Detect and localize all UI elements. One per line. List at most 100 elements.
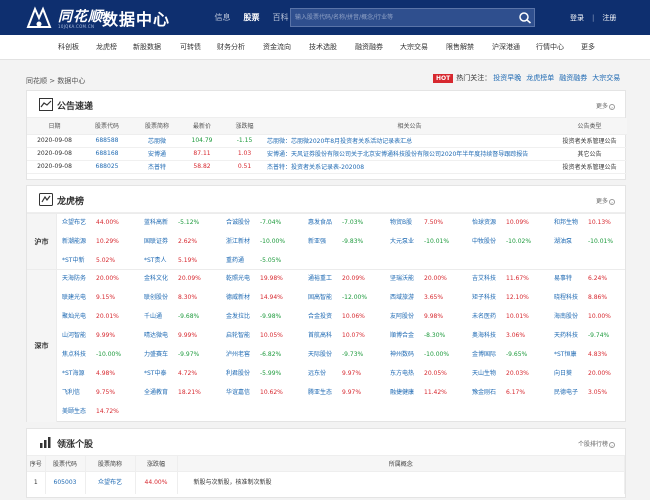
lhb-stock-name[interactable]: 友阿股份	[390, 311, 414, 323]
lhb-entry[interactable]: 德威新材 14.94%	[226, 292, 306, 304]
lhb-entry[interactable]: 海南股份 10.00%	[554, 311, 634, 323]
lhb-entry[interactable]: 湖油泵 -10.01%	[554, 236, 634, 248]
lhb-stock-name[interactable]: 首航高科	[308, 330, 332, 342]
lhb-stock-name[interactable]: 順博合金	[390, 330, 414, 342]
hot-link-margin[interactable]: 融资融券	[559, 73, 587, 83]
lhb-stock-name[interactable]: 腾亚生态	[308, 387, 332, 399]
lhb-stock-name[interactable]: 众望布艺	[62, 217, 86, 229]
lhb-stock-name[interactable]: 物贸B股	[390, 217, 412, 229]
lhb-stock-name[interactable]: 启轮智能	[226, 330, 250, 342]
lhb-entry[interactable]: 金博国际 -9.65%	[472, 349, 552, 361]
lhb-entry[interactable]: 固高智能 -12.00%	[308, 292, 388, 304]
lhb-stock-name[interactable]: 远东份	[308, 368, 326, 380]
lhb-entry[interactable]: 坚瑞沃能 20.00%	[390, 273, 470, 285]
hot-link-block-trade[interactable]: 大宗交易	[592, 73, 620, 83]
lhb-entry[interactable]: 联建光电 9.15%	[62, 292, 142, 304]
lhb-stock-name[interactable]: 国联证券	[144, 236, 168, 248]
lhb-stock-name[interactable]: 全通教育	[144, 387, 168, 399]
lhb-stock-name[interactable]: 易事特	[554, 273, 572, 285]
lhb-entry[interactable]: 向日葵 20.00%	[554, 368, 634, 380]
lhb-stock-name[interactable]: 焦点科技	[62, 349, 86, 361]
lhb-entry[interactable]: 焦点科技 -10.00%	[62, 349, 142, 361]
lhb-stock-name[interactable]: *ST中新	[62, 255, 84, 267]
lhb-entry[interactable]: 东方电热 20.05%	[390, 368, 470, 380]
lhb-entry[interactable]: 利君股份 -5.99%	[226, 368, 306, 380]
lhb-entry[interactable]: 乾照光电 19.98%	[226, 273, 306, 285]
lhb-entry[interactable]: 新潮能源 10.29%	[62, 236, 142, 248]
lhb-stock-name[interactable]: 乾照光电	[226, 273, 250, 285]
lhb-entry[interactable]: 未名医药 10.01%	[472, 311, 552, 323]
lhb-entry[interactable]: 全通教育 18.21%	[144, 387, 224, 399]
lhb-entry[interactable]: 远东份 9.97%	[308, 368, 388, 380]
lhb-stock-name[interactable]: 千山通	[144, 311, 162, 323]
lhb-stock-name[interactable]: 联创股份	[144, 292, 168, 304]
lhb-stock-name[interactable]: 海南股份	[554, 311, 578, 323]
lhb-stock-name[interactable]: 矩子科技	[472, 292, 496, 304]
lhb-stock-name[interactable]: *ST贵人	[144, 255, 166, 267]
lhb-entry[interactable]: 吉艾科技 11.67%	[472, 273, 552, 285]
lhb-stock-name[interactable]: 天药科技	[554, 330, 578, 342]
lhb-stock-name[interactable]: 奥海科技	[472, 330, 496, 342]
row-name[interactable]: 芯朋微	[132, 134, 182, 148]
subnav-hk-connect[interactable]: 沪深港通	[492, 35, 520, 60]
subnav-margin[interactable]: 融资融券	[355, 35, 383, 60]
lhb-entry[interactable]: 大元泵业 -10.01%	[390, 236, 470, 248]
lhb-stock-name[interactable]: *ST海源	[62, 368, 84, 380]
lhb-entry[interactable]: 合金投资 10.06%	[308, 311, 388, 323]
lhb-stock-name[interactable]: 民德电子	[554, 387, 578, 399]
row-announcement-link[interactable]: 芯朋微：芯朋微2020年8月投资者关系活动记录表汇总	[267, 134, 552, 148]
subnav-lhb[interactable]: 龙虎榜	[96, 35, 117, 60]
lhb-entry[interactable]: *ST中泰 4.72%	[144, 368, 224, 380]
lhb-entry[interactable]: 天海防务 20.00%	[62, 273, 142, 285]
lhb-entry[interactable]: 順博合金 -8.30%	[390, 330, 470, 342]
lhb-stock-name[interactable]: 和邦生物	[554, 217, 578, 229]
lhb-entry[interactable]: 易事特 6.24%	[554, 273, 634, 285]
lhb-entry[interactable]: 聚灿光电 20.01%	[62, 311, 142, 323]
announcements-more-link[interactable]: 更多 ›	[596, 101, 615, 110]
lhb-entry[interactable]: 民德电子 3.05%	[554, 387, 634, 399]
lhb-entry[interactable]: 浙江新材 -10.00%	[226, 236, 306, 248]
lhb-stock-name[interactable]: 未名医药	[472, 311, 496, 323]
lhb-entry[interactable]: 飞利信 9.75%	[62, 387, 142, 399]
lhb-stock-name[interactable]: 大元泵业	[390, 236, 414, 248]
lhb-stock-name[interactable]: 合金投资	[308, 311, 332, 323]
lhb-stock-name[interactable]: *ST中泰	[144, 368, 166, 380]
lhb-entry[interactable]: 西域旅游 3.65%	[390, 292, 470, 304]
lhb-stock-name[interactable]: 天山生物	[472, 368, 496, 380]
lhb-stock-name[interactable]: 金科文化	[144, 273, 168, 285]
lhb-entry[interactable]: 国联证券 2.62%	[144, 236, 224, 248]
lhb-stock-name[interactable]: 向日葵	[554, 368, 572, 380]
lhb-entry[interactable]: 美颐生态 14.72%	[62, 406, 142, 418]
subnav-new-stocks[interactable]: 新股数据	[133, 35, 161, 60]
lhb-entry[interactable]: 融捷健康 11.42%	[390, 387, 470, 399]
lhb-stock-name[interactable]: 豫金刚石	[472, 387, 496, 399]
lhb-stock-name[interactable]: 中牧股份	[472, 236, 496, 248]
search-input[interactable]	[295, 9, 510, 26]
lhb-entry[interactable]: 神州数码 -10.00%	[390, 349, 470, 361]
lhb-entry[interactable]: 友阿股份 9.98%	[390, 311, 470, 323]
lhb-stock-name[interactable]: 晴达微电	[144, 330, 168, 342]
lhb-entry[interactable]: *ST中新 5.02%	[62, 255, 142, 267]
lhb-stock-name[interactable]: 天海防务	[62, 273, 86, 285]
lhb-entry[interactable]: 山河智能 9.99%	[62, 330, 142, 342]
lhb-stock-name[interactable]: 蓝科高新	[144, 217, 168, 229]
lhb-stock-name[interactable]: 通裕重工	[308, 273, 332, 285]
lhb-stock-name[interactable]: 吉艾科技	[472, 273, 496, 285]
lhb-entry[interactable]: 怡球资源 10.09%	[472, 217, 552, 229]
lhb-stock-name[interactable]: 力盛赛车	[144, 349, 168, 361]
lhb-entry[interactable]: 联创股份 8.30%	[144, 292, 224, 304]
lhb-entry[interactable]: 蓝科高新 -5.12%	[144, 217, 224, 229]
lhb-entry[interactable]: *ST恒康 4.83%	[554, 349, 634, 361]
row-code[interactable]: 688025	[82, 160, 132, 174]
lhb-entry[interactable]: 金发拉比 -9.98%	[226, 311, 306, 323]
lhb-stock-name[interactable]: 飞利信	[62, 387, 80, 399]
lhb-entry[interactable]: 天山生物 20.03%	[472, 368, 552, 380]
lhb-entry[interactable]: 物贸B股 7.50%	[390, 217, 470, 229]
lhb-entry[interactable]: 千山通 -9.68%	[144, 311, 224, 323]
lhb-stock-name[interactable]: 湖油泵	[554, 236, 572, 248]
lhb-stock-name[interactable]: 东方电热	[390, 368, 414, 380]
lhb-entry[interactable]: 重药通 -5.05%	[226, 255, 306, 267]
lhb-entry[interactable]: 合诚股份 -7.04%	[226, 217, 306, 229]
row-code[interactable]: 688168	[82, 147, 132, 161]
lhb-stock-name[interactable]: 神州数码	[390, 349, 414, 361]
